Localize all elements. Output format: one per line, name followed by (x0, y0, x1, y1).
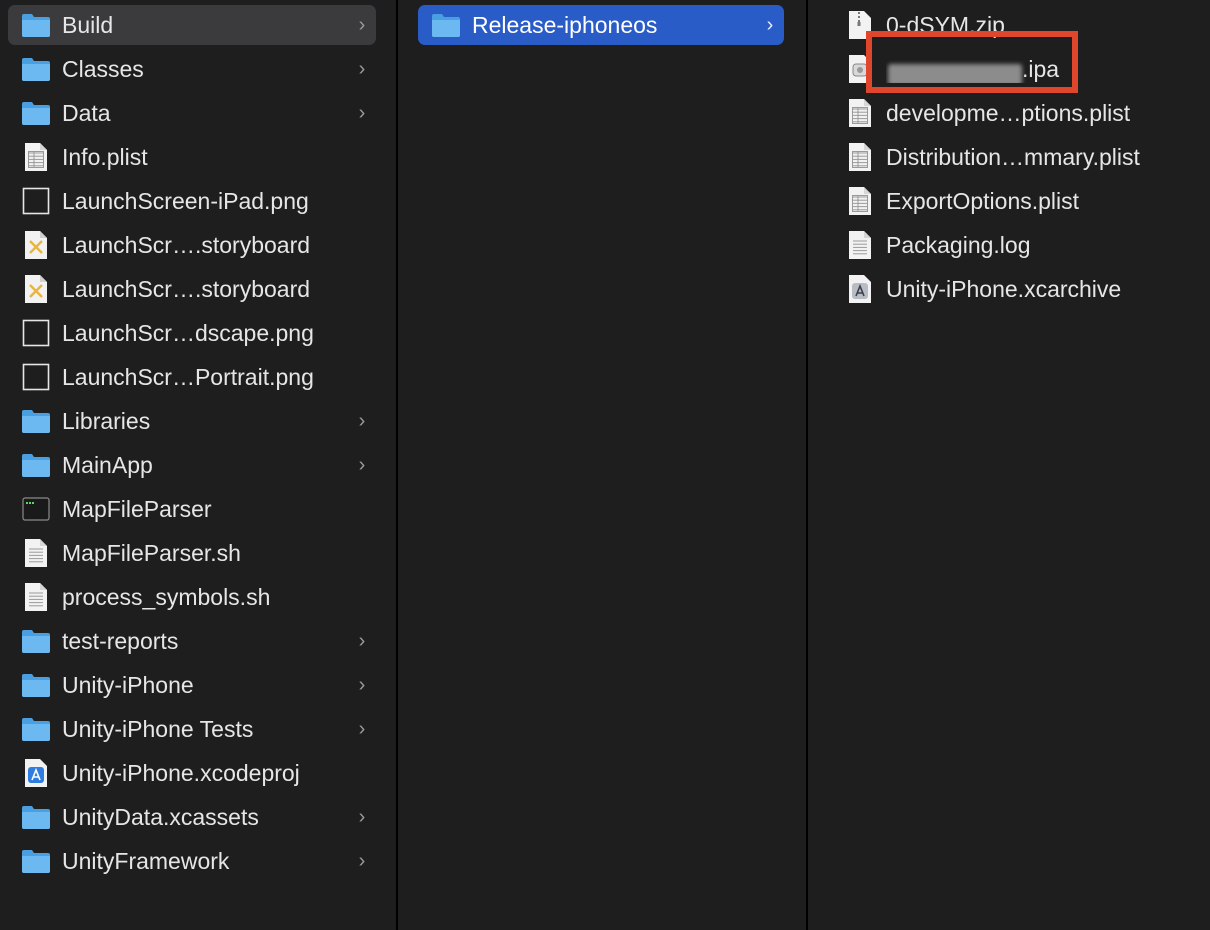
file-name: MapFileParser.sh (62, 539, 241, 566)
file-name: LaunchScr….storyboard (62, 231, 311, 258)
file-name: Distribution…mmary.plist (886, 143, 1140, 170)
file-name: ExportOptions.plist (886, 187, 1080, 214)
image-file-icon (20, 317, 52, 349)
folder-icon (20, 801, 52, 833)
file-name: Unity-iPhone (62, 671, 194, 698)
file-row-build[interactable]: Build › (8, 5, 376, 45)
folder-icon (430, 9, 462, 41)
folder-icon (20, 669, 52, 701)
storyboard-file-icon (20, 229, 52, 261)
file-name: Release-iphoneos (472, 11, 658, 38)
file-name: UnityData.xcassets (62, 803, 259, 830)
file-name: Info.plist (62, 143, 148, 170)
storyboard-file-icon (20, 273, 52, 305)
chevron-right-icon: › (358, 849, 366, 872)
file-row-unity-iphone-xcodeproj[interactable]: Unity-iPhone.xcodeproj (8, 753, 376, 793)
folder-icon (20, 53, 52, 85)
file-row-launchscr-storyboard[interactable]: LaunchScr….storyboard (8, 225, 376, 265)
plist-file-icon (844, 185, 876, 217)
folder-icon (20, 713, 52, 745)
file-row-process-symbols-sh[interactable]: process_symbols.sh (8, 577, 376, 617)
file-name: developme…ptions.plist (886, 99, 1131, 126)
file-row-unity-iphone-xcarchive[interactable]: Unity-iPhone.xcarchive (842, 269, 1202, 309)
file-row-distribution-mmary-plist[interactable]: Distribution…mmary.plist (842, 137, 1202, 177)
file-row-mainapp[interactable]: MainApp › (8, 445, 376, 485)
file-name: UnityFramework (62, 847, 230, 874)
script-file-icon (20, 537, 52, 569)
file-name: Unity-iPhone.xcarchive (886, 275, 1122, 302)
chevron-right-icon: › (358, 453, 366, 476)
column-build-contents: Build › Classes › Data › Info.plist LaunchScree… (0, 0, 396, 930)
xcarchive-file-icon (844, 273, 876, 305)
file-name: LaunchScr…dscape.png (62, 319, 314, 346)
file-name: Packaging.log (886, 231, 1031, 258)
file-row-developme-ptions-plist[interactable]: developme…ptions.plist (842, 93, 1202, 133)
xcode-project-icon (20, 757, 52, 789)
folder-icon (20, 9, 52, 41)
chevron-right-icon: › (358, 805, 366, 828)
column-build: Release-iphoneos › (398, 0, 806, 930)
plist-file-icon (20, 141, 52, 173)
file-row-unity-iphone[interactable]: Unity-iPhone › (8, 665, 376, 705)
file-row-unityframework[interactable]: UnityFramework › (8, 841, 376, 881)
file-row-classes[interactable]: Classes › (8, 49, 376, 89)
file-row-libraries[interactable]: Libraries › (8, 401, 376, 441)
file-name: LaunchScreen-iPad.png (62, 187, 309, 214)
chevron-right-icon: › (766, 13, 774, 36)
chevron-right-icon: › (358, 409, 366, 432)
file-name: Data (62, 99, 111, 126)
file-row-test-reports[interactable]: test-reports › (8, 621, 376, 661)
file-row-launchscr-dscape-png[interactable]: LaunchScr…dscape.png (8, 313, 376, 353)
log-file-icon (844, 229, 876, 261)
file-row-launchscreen-ipad-png[interactable]: LaunchScreen-iPad.png (8, 181, 376, 221)
image-file-icon (20, 185, 52, 217)
file-name: Libraries (62, 407, 151, 434)
file-name: process_symbols.sh (62, 583, 271, 610)
file-name: MainApp (62, 451, 153, 478)
file-row-exportoptions-plist[interactable]: ExportOptions.plist (842, 181, 1202, 221)
file-row-info-plist[interactable]: Info.plist (8, 137, 376, 177)
file-name: LaunchScr…Portrait.png (62, 363, 314, 390)
file-row-launchscr-portrait-png[interactable]: LaunchScr…Portrait.png (8, 357, 376, 397)
file-row-unity-iphone-tests[interactable]: Unity-iPhone Tests › (8, 709, 376, 749)
folder-icon (20, 845, 52, 877)
chevron-right-icon: › (358, 57, 366, 80)
file-row-unitydata-xcassets[interactable]: UnityData.xcassets › (8, 797, 376, 837)
file-row-data[interactable]: Data › (8, 93, 376, 133)
chevron-right-icon: › (358, 629, 366, 652)
image-file-icon (20, 361, 52, 393)
chevron-right-icon: › (358, 101, 366, 124)
folder-icon (20, 625, 52, 657)
script-file-icon (20, 581, 52, 613)
folder-icon (20, 97, 52, 129)
file-row-launchscr-storyboard[interactable]: LaunchScr….storyboard (8, 269, 376, 309)
file-row-mapfileparser-sh[interactable]: MapFileParser.sh (8, 533, 376, 573)
terminal-executable-icon (20, 493, 52, 525)
chevron-right-icon: › (358, 717, 366, 740)
plist-file-icon (844, 97, 876, 129)
folder-icon (20, 405, 52, 437)
annotation-highlight-box (866, 31, 1078, 93)
folder-icon (20, 449, 52, 481)
plist-file-icon (844, 141, 876, 173)
file-row-mapfileparser[interactable]: MapFileParser (8, 489, 376, 529)
file-row-release-iphoneos[interactable]: Release-iphoneos › (418, 5, 784, 45)
file-row-packaging-log[interactable]: Packaging.log (842, 225, 1202, 265)
file-name: MapFileParser (62, 495, 212, 522)
file-name: LaunchScr….storyboard (62, 275, 311, 302)
chevron-right-icon: › (358, 13, 366, 36)
file-name: Unity-iPhone.xcodeproj (62, 759, 300, 786)
column-release-iphoneos: 0-dSYM.zip .ipa developme…ptions.plist Dist… (808, 0, 1210, 930)
file-name: test-reports (62, 627, 179, 654)
file-name: Classes (62, 55, 144, 82)
chevron-right-icon: › (358, 673, 366, 696)
file-name: Build (62, 11, 114, 38)
file-name: Unity-iPhone Tests (62, 715, 254, 742)
